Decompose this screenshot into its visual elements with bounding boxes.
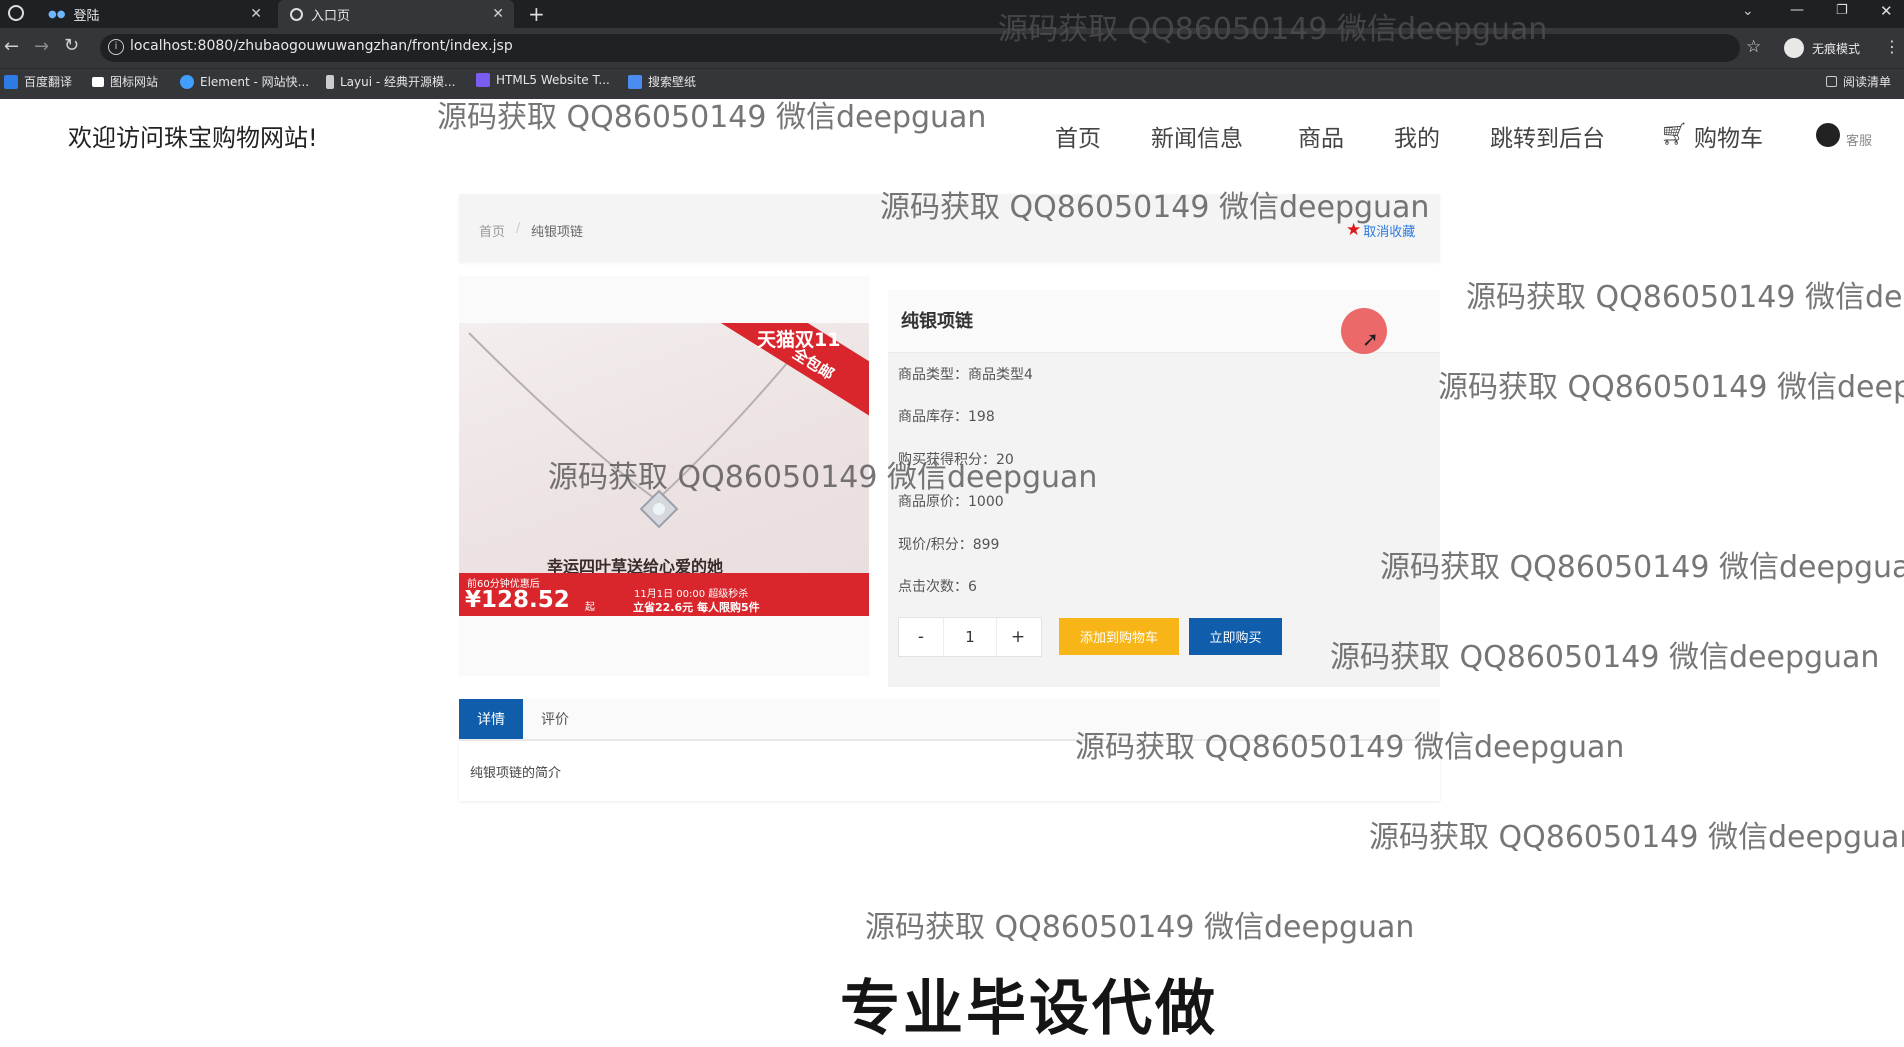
globe-icon	[290, 7, 303, 21]
nav-home[interactable]: 首页	[1055, 119, 1101, 153]
field-value: 商品类型4	[968, 367, 1033, 383]
field-label: 商品原价	[898, 494, 954, 510]
field-label: 商品库存	[898, 409, 954, 425]
bookmark-item[interactable]: 图标网站	[92, 73, 158, 90]
field-label: 点击次数	[898, 579, 954, 595]
close-icon[interactable]: ✕	[250, 6, 262, 22]
tab-favicon-icon: ●●	[48, 8, 66, 20]
product-current-price: 现价/积分：899	[898, 537, 1000, 553]
bookmark-item[interactable]: Layui - 经典开源模...	[326, 73, 455, 90]
breadcrumb-current: 纯银项链	[531, 225, 584, 240]
bookmark-item[interactable]: 百度翻译	[4, 73, 72, 90]
url-text: localhost:8080/zhubaogouwuwangzhan/front…	[130, 38, 513, 54]
watermark: 源码获取 QQ86050149 微信deepguan	[548, 460, 1098, 495]
tab-detail[interactable]: 详情	[459, 699, 523, 739]
bookmark-item[interactable]: HTML5 Website T...	[476, 73, 610, 87]
tab-login-label: 登陆	[73, 8, 100, 24]
minimize-icon[interactable]: —	[1790, 2, 1804, 18]
site-info-icon[interactable]: i	[108, 39, 124, 55]
product-type: 商品类型：商品类型4	[898, 367, 1033, 383]
breadcrumb-separator: /	[516, 221, 521, 236]
cursor-arrow-icon: ➚	[1362, 327, 1379, 351]
incognito-icon[interactable]	[1784, 38, 1804, 58]
field-label: 商品类型	[898, 367, 954, 383]
watermark: 源码获取 QQ86050149 微信deepguan	[1075, 730, 1625, 765]
tab-entry-label: 入口页	[311, 8, 351, 24]
watermark: 源码获取 QQ86050149 微信deepguan	[865, 910, 1415, 945]
cart-icon[interactable]: 🛒︎	[1660, 122, 1688, 147]
browser-menu-icon[interactable]: ⋮	[1884, 37, 1900, 56]
reading-list-icon	[1826, 76, 1837, 87]
product-title: 纯银项链	[901, 311, 973, 332]
new-tab-button[interactable]: +	[528, 2, 545, 26]
nav-news[interactable]: 新闻信息	[1151, 119, 1243, 153]
watermark: 源码获取 QQ86050149 微信deepguan	[1330, 640, 1880, 675]
footer-banner: 专业毕设代做	[840, 974, 1218, 1044]
nav-products[interactable]: 商品	[1298, 119, 1344, 153]
forward-icon[interactable]: →	[34, 36, 49, 57]
back-icon[interactable]: ←	[4, 36, 19, 57]
watermark: 源码获取 QQ86050149 微信deepguan	[1380, 550, 1904, 585]
product-stock: 商品库存：198	[898, 409, 995, 425]
watermark: 源码获取 QQ86050149 微信deepguan	[998, 12, 1548, 47]
wallpaper-icon	[628, 74, 642, 89]
site-welcome-title: 欢迎访问珠宝购物网站!	[68, 124, 318, 152]
nav-cart[interactable]: 购物车	[1694, 119, 1763, 153]
buy-now-button[interactable]: 立即购买	[1189, 618, 1282, 655]
bookmark-item[interactable]: Element - 网站快...	[180, 73, 309, 90]
service-link[interactable]: 客服	[1846, 130, 1872, 149]
layui-icon	[326, 74, 334, 89]
tab-login[interactable]: ●● 登陆 ✕	[36, 0, 272, 28]
watermark: 源码获取 QQ86050149 微信deepguan	[1438, 370, 1904, 405]
element-icon	[180, 74, 194, 89]
quantity-stepper: - 1 +	[898, 617, 1042, 657]
watermark: 源码获取 QQ86050149 微信deepguan	[1466, 280, 1904, 315]
field-value: 1000	[968, 494, 1004, 510]
promo-event-line2: 立省22.6元 每人限购5件	[633, 601, 760, 614]
tab-search-icon[interactable]: ⌄	[1742, 3, 1754, 19]
detail-text: 纯银项链的简介	[470, 766, 562, 781]
quantity-input[interactable]: 1	[943, 618, 997, 656]
field-value: 6	[968, 579, 977, 595]
promo-price: ¥128.52	[465, 587, 570, 613]
quantity-minus-button[interactable]: -	[899, 618, 943, 656]
browser-logo-icon[interactable]	[8, 5, 24, 21]
watermark: 源码获取 QQ86050149 微信deepguan	[1369, 820, 1904, 855]
tab-entry[interactable]: 入口页 ✕	[278, 0, 514, 28]
close-icon[interactable]: ✕	[492, 6, 504, 22]
incognito-label[interactable]: 无痕模式	[1812, 40, 1860, 57]
close-window-icon[interactable]: ✕	[1880, 2, 1893, 20]
translate-icon	[4, 74, 18, 89]
add-to-cart-button[interactable]: 添加到购物车	[1059, 618, 1179, 655]
promo-price-suffix: 起	[585, 602, 595, 613]
product-clicks: 点击次数：6	[898, 579, 977, 595]
field-value: 899	[972, 537, 1000, 553]
reading-list[interactable]: 阅读清单	[1826, 73, 1891, 90]
restore-icon[interactable]: ❐	[1836, 3, 1848, 18]
quantity-plus-button[interactable]: +	[996, 618, 1040, 656]
nav-mine[interactable]: 我的	[1394, 119, 1440, 153]
tab-reviews[interactable]: 评价	[527, 699, 583, 739]
html5-icon	[476, 73, 490, 87]
watermark: 源码获取 QQ86050149 微信deepguan	[880, 190, 1430, 225]
bookmark-item[interactable]: 搜索壁纸	[628, 73, 696, 90]
nav-backend[interactable]: 跳转到后台	[1490, 119, 1605, 153]
bookmark-star-icon[interactable]: ☆	[1746, 37, 1761, 57]
watermark: 源码获取 QQ86050149 微信deepguan	[437, 100, 987, 135]
promo-event-line1: 11月1日 00:00 超级秒杀	[634, 589, 749, 600]
breadcrumb-home[interactable]: 首页	[479, 221, 505, 240]
field-value: 198	[968, 409, 995, 425]
field-label: 现价/积分	[898, 537, 959, 553]
bookmark-icon	[92, 76, 104, 87]
reload-icon[interactable]: ↻	[64, 35, 79, 56]
chat-icon[interactable]	[1816, 123, 1840, 147]
